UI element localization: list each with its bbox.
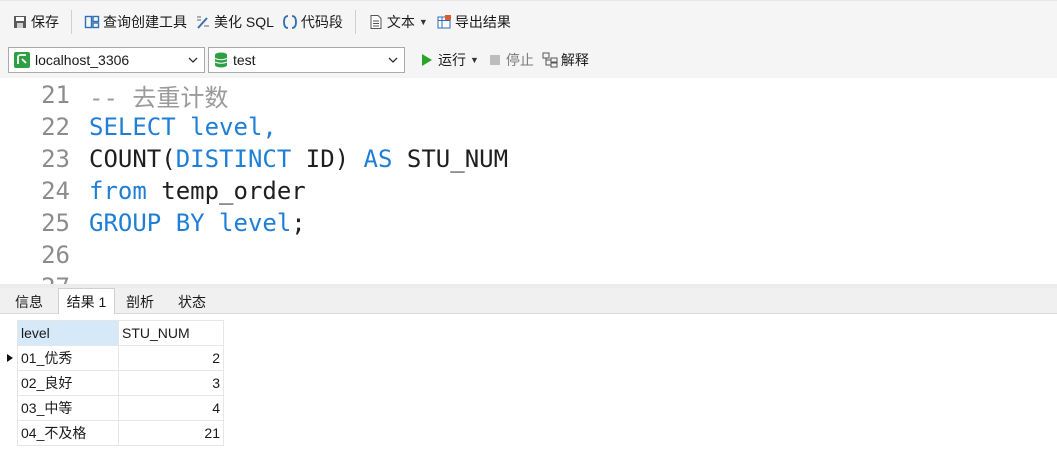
export-results-label: 导出结果 [454,13,511,30]
cell-stu-num[interactable]: 21 [118,420,224,446]
code-snippet-label: 代码段 [300,13,343,30]
run-button[interactable]: 运行 ▼ [415,47,483,73]
line-number: 21 [41,81,70,109]
sql-keyword: SELECT level, [89,113,277,141]
text-label: 文本 [386,13,415,30]
beautify-sql-label: 美化 SQL [214,13,274,30]
result-tabs: 信息 结果 1 剖析 状态 [0,288,1057,314]
text-document-icon [370,14,382,29]
run-label: 运行 [438,52,466,68]
export-results-icon [437,14,451,28]
dropdown-caret-icon[interactable]: ▼ [470,55,479,65]
tab-profile[interactable]: 剖析 [115,290,165,314]
toolbar-separator [71,9,72,34]
save-button[interactable]: 保存 [8,9,63,35]
editor-line[interactable]: 27 [0,271,89,284]
toolbar-separator [354,9,356,34]
sql-token: ; [291,209,306,237]
sql-token: temp_order [146,177,306,205]
line-number: 24 [41,177,70,205]
query-builder-button[interactable]: 查询创建工具 [80,9,191,35]
sql-token: STU_NUM [392,145,509,173]
line-number: 22 [41,113,70,141]
cell-stu-num[interactable]: 3 [118,370,224,396]
code-text: -- 去重计数 [89,78,228,113]
code-text: COUNT(DISTINCT ID) AS STU_NUM [89,145,508,173]
database-icon [214,52,228,68]
table-row[interactable]: 04_不及格 21 [17,420,224,446]
editor-line[interactable]: 25 GROUP BY level; [0,207,306,239]
sql-keyword: AS [363,145,393,173]
tab-info[interactable]: 信息 [4,290,54,314]
beautify-sql-button[interactable]: 美化 SQL [191,9,278,35]
sql-token: ID) [291,145,364,173]
main-toolbar: 保存 查询创建工具 美化 SQL 代码段 文本 ▼ 导出结果 [0,0,1057,42]
cell-level[interactable]: 01_优秀 [17,345,119,371]
cell-level[interactable]: 04_不及格 [17,420,119,446]
chevron-down-icon [188,57,198,63]
current-row-marker-icon [6,345,16,370]
stop-label: 停止 [505,52,534,68]
explain-label: 解释 [560,52,589,68]
dropdown-caret-icon: ▼ [418,16,428,27]
line-number: 27 [0,273,70,284]
column-header-level[interactable]: level [17,320,119,346]
code-text: from temp_order [89,177,306,205]
save-icon [14,15,26,28]
editor-line[interactable]: 24 from temp_order [0,175,306,207]
editor-line[interactable]: 22 SELECT level, [0,111,277,143]
database-select[interactable]: test [208,47,405,73]
stop-button[interactable]: 停止 [483,47,538,73]
connection-icon [14,52,30,68]
play-icon [422,54,432,66]
sql-comment: -- 去重计数 [89,83,229,112]
line-number: 23 [41,145,70,173]
table-row[interactable]: 03_中等 4 [17,395,224,421]
chevron-down-icon [388,57,398,63]
cell-stu-num[interactable]: 4 [118,395,224,421]
code-snippet-button[interactable]: 代码段 [278,9,347,35]
line-number: 25 [41,209,70,237]
connection-select[interactable]: localhost_3306 [8,47,205,73]
explain-icon [542,52,558,68]
cell-level[interactable]: 02_良好 [17,370,119,396]
line-number: 26 [41,241,70,269]
stop-icon [489,55,500,65]
editor-line[interactable]: 26 [0,239,89,271]
editor-line[interactable]: 23 COUNT(DISTINCT ID) AS STU_NUM [0,143,508,175]
connection-toolbar: localhost_3306 test 运行 ▼ 停止 解释 [0,42,1057,78]
column-header-stu-num[interactable]: STU_NUM [118,320,224,346]
text-menu-button[interactable]: 文本 ▼ [364,9,432,35]
result-grid: level STU_NUM 01_优秀 2 02_良好 3 03_中等 4 04… [0,314,1057,450]
query-builder-label: 查询创建工具 [103,13,187,30]
query-builder-icon [84,15,100,28]
tab-result-1[interactable]: 结果 1 [58,288,115,314]
sql-keyword: from [89,177,147,205]
save-label: 保存 [31,13,59,30]
cell-level[interactable]: 03_中等 [17,395,119,421]
code-text: SELECT level, [89,113,277,141]
code-text: GROUP BY level; [89,209,306,237]
result-table: level STU_NUM 01_优秀 2 02_良好 3 03_中等 4 04… [17,320,224,446]
editor-line[interactable]: 21 -- 去重计数 [0,78,228,113]
sql-keyword: DISTINCT [175,145,292,173]
database-value: test [233,52,256,68]
table-row[interactable]: 02_良好 3 [17,370,224,396]
tab-status[interactable]: 状态 [167,290,217,314]
table-row[interactable]: 01_优秀 2 [17,345,224,371]
connection-value: localhost_3306 [35,52,130,68]
code-snippet-icon [283,14,297,29]
sql-editor[interactable]: 21 -- 去重计数 22 SELECT level, 23 COUNT(DISTINCT… [0,78,1057,284]
explain-button[interactable]: 解释 [538,47,593,73]
beautify-wand-icon [197,16,209,29]
sql-keyword: GROUP BY level [89,209,292,237]
sql-token: COUNT( [89,145,176,173]
export-results-button[interactable]: 导出结果 [432,9,515,35]
cell-stu-num[interactable]: 2 [118,345,224,371]
